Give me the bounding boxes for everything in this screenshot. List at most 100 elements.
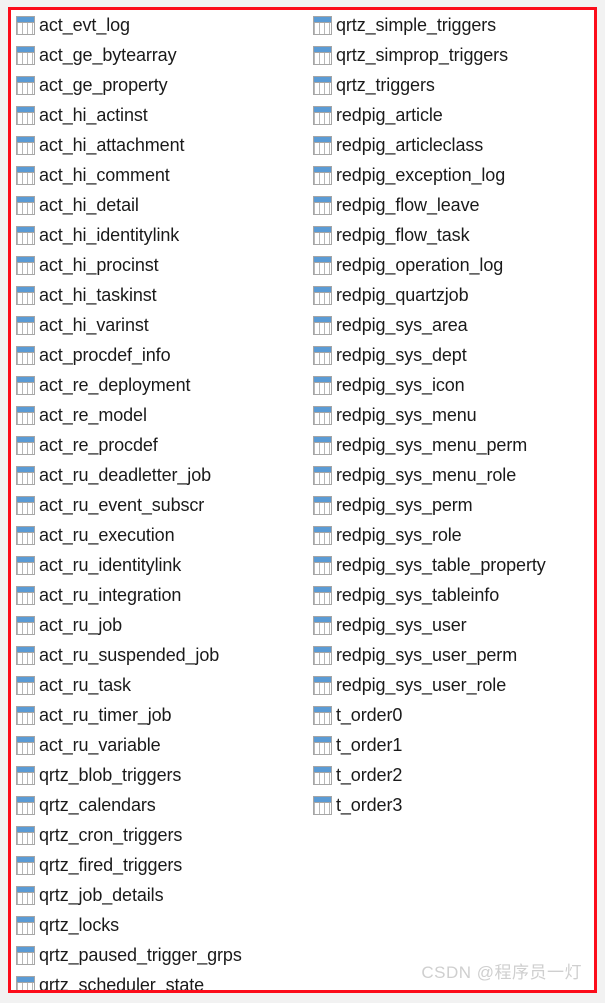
table-name-label: redpig_sys_user_perm <box>336 644 518 665</box>
table-list-item[interactable]: qrtz_fired_triggers <box>13 850 303 880</box>
table-list-item[interactable]: act_ru_job <box>13 610 303 640</box>
table-name-label: redpig_quartzjob <box>336 284 469 305</box>
table-icon <box>16 75 35 95</box>
table-list-item[interactable]: act_evt_log <box>13 10 303 40</box>
table-list-item[interactable]: act_hi_actinst <box>13 100 303 130</box>
table-list-item[interactable]: redpig_sys_dept <box>310 340 594 370</box>
table-list-item[interactable]: act_hi_attachment <box>13 130 303 160</box>
table-icon <box>313 225 332 245</box>
table-list-item[interactable]: act_ru_integration <box>13 580 303 610</box>
table-list-item[interactable]: redpig_sys_table_property <box>310 550 594 580</box>
table-list-item[interactable]: redpig_sys_user <box>310 610 594 640</box>
table-list-item[interactable]: t_order2 <box>310 760 594 790</box>
table-list-item[interactable]: qrtz_scheduler_state <box>13 970 303 990</box>
table-list-item[interactable]: redpig_sys_menu_role <box>310 460 594 490</box>
table-list-item[interactable]: qrtz_triggers <box>310 70 594 100</box>
table-icon <box>313 255 332 275</box>
table-list-column-right: qrtz_simple_triggers qrtz_simprop_trigger… <box>310 10 594 820</box>
table-list-item[interactable]: act_ru_event_subscr <box>13 490 303 520</box>
table-list-item[interactable]: redpig_sys_perm <box>310 490 594 520</box>
table-icon <box>16 795 35 815</box>
table-name-label: act_ru_task <box>39 674 131 695</box>
table-icon <box>313 645 332 665</box>
table-name-label: act_hi_comment <box>39 164 170 185</box>
table-list-item[interactable]: t_order1 <box>310 730 594 760</box>
table-list-item[interactable]: act_hi_comment <box>13 160 303 190</box>
table-icon <box>313 735 332 755</box>
table-list-item[interactable]: qrtz_paused_trigger_grps <box>13 940 303 970</box>
table-icon <box>16 675 35 695</box>
table-list-item[interactable]: redpig_sys_icon <box>310 370 594 400</box>
table-name-label: redpig_sys_perm <box>336 494 473 515</box>
table-list-item[interactable]: redpig_flow_leave <box>310 190 594 220</box>
table-list-item[interactable]: t_order3 <box>310 790 594 820</box>
table-list-item[interactable]: act_ge_property <box>13 70 303 100</box>
table-icon <box>313 135 332 155</box>
table-icon <box>313 75 332 95</box>
table-name-label: qrtz_fired_triggers <box>39 854 183 875</box>
table-name-label: qrtz_cron_triggers <box>39 824 183 845</box>
table-list-item[interactable]: qrtz_locks <box>13 910 303 940</box>
table-list-item[interactable]: redpig_flow_task <box>310 220 594 250</box>
table-icon <box>16 645 35 665</box>
table-list-panel[interactable]: act_evt_log act_ge_bytearray act_ge_proper… <box>11 10 594 990</box>
table-list-item[interactable]: act_hi_varinst <box>13 310 303 340</box>
table-icon <box>16 15 35 35</box>
table-list-item[interactable]: redpig_sys_tableinfo <box>310 580 594 610</box>
table-name-label: qrtz_simprop_triggers <box>336 44 508 65</box>
table-icon <box>16 195 35 215</box>
table-list-item[interactable]: redpig_sys_menu_perm <box>310 430 594 460</box>
table-name-label: redpig_sys_menu <box>336 404 477 425</box>
table-list-item[interactable]: act_ru_variable <box>13 730 303 760</box>
table-list-item[interactable]: qrtz_job_details <box>13 880 303 910</box>
table-list-item[interactable]: act_ru_task <box>13 670 303 700</box>
table-list-item[interactable]: act_re_model <box>13 400 303 430</box>
table-name-label: t_order1 <box>336 734 403 755</box>
table-list-item[interactable]: redpig_quartzjob <box>310 280 594 310</box>
app-root: act_evt_log act_ge_bytearray act_ge_proper… <box>0 0 605 1003</box>
table-list-item[interactable]: redpig_sys_area <box>310 310 594 340</box>
table-list-item[interactable]: act_hi_taskinst <box>13 280 303 310</box>
table-icon <box>16 555 35 575</box>
table-list-item[interactable]: act_ru_deadletter_job <box>13 460 303 490</box>
table-name-label: act_ru_job <box>39 614 123 635</box>
table-list-item[interactable]: qrtz_simple_triggers <box>310 10 594 40</box>
table-list-item[interactable]: act_ge_bytearray <box>13 40 303 70</box>
table-list-item[interactable]: act_hi_procinst <box>13 250 303 280</box>
table-list-item[interactable]: act_hi_identitylink <box>13 220 303 250</box>
table-name-label: act_hi_attachment <box>39 134 185 155</box>
table-list-item[interactable]: redpig_articleclass <box>310 130 594 160</box>
table-list-item[interactable]: qrtz_blob_triggers <box>13 760 303 790</box>
table-list-item[interactable]: redpig_article <box>310 100 594 130</box>
table-list-item[interactable]: redpig_sys_menu <box>310 400 594 430</box>
table-icon <box>313 105 332 125</box>
table-icon <box>16 405 35 425</box>
table-list-item[interactable]: act_ru_suspended_job <box>13 640 303 670</box>
table-name-label: redpig_sys_user_role <box>336 674 507 695</box>
table-icon <box>16 135 35 155</box>
table-list-item[interactable]: t_order0 <box>310 700 594 730</box>
table-name-label: redpig_sys_menu_role <box>336 464 517 485</box>
table-list-item[interactable]: act_ru_execution <box>13 520 303 550</box>
table-icon <box>313 345 332 365</box>
table-list-item[interactable]: act_re_procdef <box>13 430 303 460</box>
table-list-item[interactable]: act_procdef_info <box>13 340 303 370</box>
table-list-item[interactable]: act_ru_timer_job <box>13 700 303 730</box>
table-list-item[interactable]: redpig_sys_user_perm <box>310 640 594 670</box>
table-icon <box>313 495 332 515</box>
table-list-item[interactable]: qrtz_simprop_triggers <box>310 40 594 70</box>
table-list-item[interactable]: act_hi_detail <box>13 190 303 220</box>
table-list-item[interactable]: act_re_deployment <box>13 370 303 400</box>
table-name-label: t_order0 <box>336 704 403 725</box>
table-list-item[interactable]: redpig_sys_role <box>310 520 594 550</box>
table-icon <box>313 765 332 785</box>
table-list-item[interactable]: redpig_sys_user_role <box>310 670 594 700</box>
table-list-item[interactable]: qrtz_calendars <box>13 790 303 820</box>
table-list-item[interactable]: redpig_exception_log <box>310 160 594 190</box>
table-list-item[interactable]: redpig_operation_log <box>310 250 594 280</box>
table-list-item[interactable]: act_ru_identitylink <box>13 550 303 580</box>
table-list-item[interactable]: qrtz_cron_triggers <box>13 820 303 850</box>
table-icon <box>313 675 332 695</box>
table-icon <box>313 585 332 605</box>
table-name-label: redpig_sys_tableinfo <box>336 584 500 605</box>
